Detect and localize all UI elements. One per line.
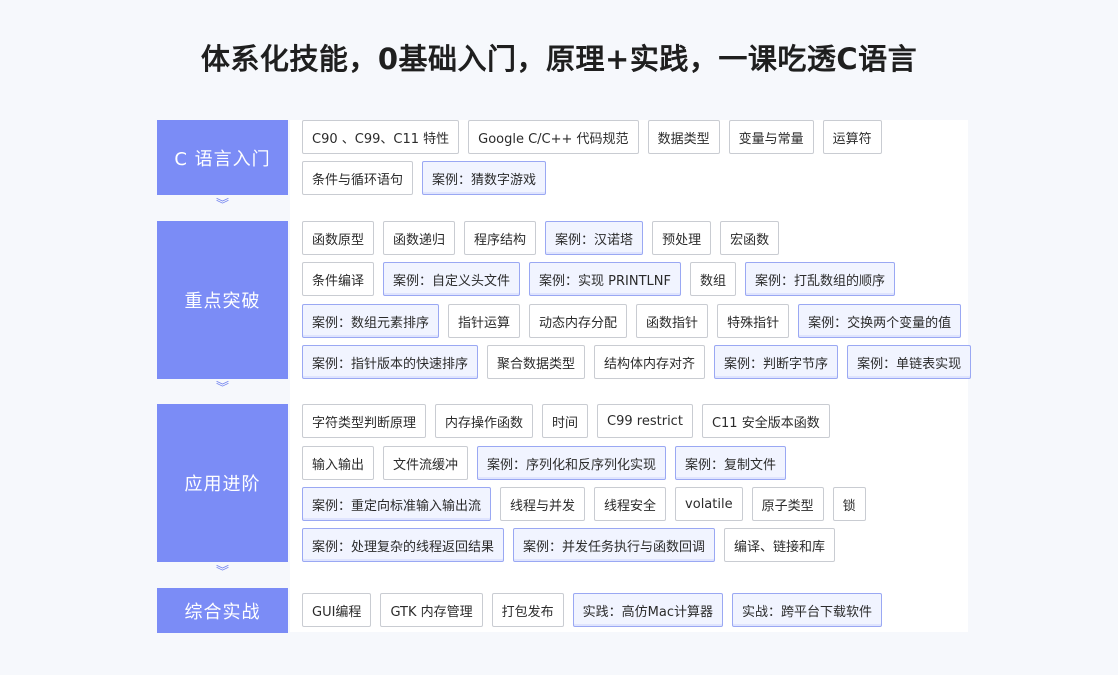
topic-tag: 条件编译 (302, 262, 375, 296)
tag-row: 案例：数组元素排序 指针运算 动态内存分配 函数指针 特殊指针 案例：交换两个变量的值 (302, 304, 962, 338)
case-tag: 案例：打乱数组的顺序 (745, 262, 896, 296)
topic-tag: 程序结构 (464, 221, 537, 255)
topic-tag: 函数指针 (636, 304, 709, 338)
topic-tag: 运算符 (822, 120, 882, 154)
case-tag: 案例：处理复杂的线程返回结果 (302, 528, 505, 562)
tag-row: 条件编译 案例：自定义头文件 案例：实现 PRINTLNF 数组 案例：打乱数组的顺序 (302, 262, 896, 296)
case-tag: 案例：复制文件 (675, 446, 787, 480)
topic-tag: 特殊指针 (717, 304, 790, 338)
section-label-3: 应用进阶 (157, 404, 288, 562)
topic-tag: GTK 内存管理 (380, 593, 483, 627)
case-tag: 案例：交换两个变量的值 (798, 304, 962, 338)
tag-row: 字符类型判断原理 内存操作函数 时间 C99 restrict C11 安全版本函数 (302, 404, 830, 438)
tag-row: 案例：处理复杂的线程返回结果 案例：并发任务执行与函数回调 编译、链接和库 (302, 528, 836, 562)
section-label-2: 重点突破 (157, 221, 288, 379)
topic-tag: C99 restrict (597, 404, 693, 438)
topic-tag: volatile (675, 487, 743, 521)
tag-row: GUI编程 GTK 内存管理 打包发布 实践：高仿Mac计算器 实战：跨平台下载软件 (302, 593, 883, 627)
tag-row: 案例：指针版本的快速排序 聚合数据类型 结构体内存对齐 案例：判断字节序 案例：单链表实… (302, 345, 972, 379)
tag-row: 条件与循环语句 案例：猜数字游戏 (302, 161, 547, 195)
tag-row: 案例：重定向标准输入输出流 线程与并发 线程安全 volatile 原子类型锁 (302, 487, 866, 521)
topic-tag: 函数递归 (383, 221, 456, 255)
topic-tag: 内存操作函数 (435, 404, 534, 438)
case-tag: 案例：重定向标准输入输出流 (302, 487, 492, 521)
case-tag: 案例：判断字节序 (714, 345, 839, 379)
case-tag: 案例：指针版本的快速排序 (302, 345, 479, 379)
topic-tag: 宏函数 (720, 221, 780, 255)
case-tag: 案例：实现 PRINTLNF (529, 262, 681, 296)
topic-tag: 指针运算 (448, 304, 521, 338)
topic-tag: 函数原型 (302, 221, 375, 255)
case-tag: 案例：序列化和反序列化实现 (477, 446, 667, 480)
case-tag: 实践：高仿Mac计算器 (572, 593, 724, 627)
topic-tag: 动态内存分配 (529, 304, 628, 338)
case-tag: 案例：自定义头文件 (383, 262, 521, 296)
case-tag: 实战：跨平台下载软件 (732, 593, 883, 627)
topic-tag: 时间 (542, 404, 589, 438)
topic-tag: 变量与常量 (728, 120, 814, 154)
case-tag: 案例：并发任务执行与函数回调 (513, 528, 716, 562)
topic-tag: 输入输出 (302, 446, 375, 480)
case-tag: 案例：单链表实现 (847, 345, 972, 379)
topic-tag: C11 安全版本函数 (701, 404, 830, 438)
topic-tag: 文件流缓冲 (383, 446, 469, 480)
topic-tag: 线程与并发 (500, 487, 586, 521)
tag-row: 输入输出 文件流缓冲 案例：序列化和反序列化实现 案例：复制文件 (302, 446, 787, 480)
topic-tag: Google C/C++ 代码规范 (468, 120, 639, 154)
topic-tag: 预处理 (652, 221, 712, 255)
topic-tag: GUI编程 (302, 593, 372, 627)
topic-tag: 锁 (832, 487, 866, 521)
topic-tag: 打包发布 (491, 593, 564, 627)
tag-row: C90 、C99、C11 特性 Google C/C++ 代码规范 数据类型 变量与常… (302, 120, 882, 154)
topic-tag: 字符类型判断原理 (302, 404, 427, 438)
case-tag: 案例：数组元素排序 (302, 304, 440, 338)
section-label-4: 综合实战 (157, 588, 288, 633)
topic-tag: 条件与循环语句 (302, 161, 414, 195)
topic-tag: 数组 (689, 262, 736, 296)
double-chevron-down-icon: ︾ (215, 198, 229, 213)
topic-tag: 结构体内存对齐 (594, 345, 706, 379)
topic-tag: 数据类型 (647, 120, 720, 154)
topic-tag: 编译、链接和库 (724, 528, 836, 562)
topic-tag: 聚合数据类型 (487, 345, 586, 379)
double-chevron-down-icon: ︾ (215, 381, 229, 396)
topic-tag: C90 、C99、C11 特性 (302, 120, 460, 154)
topic-tag: 线程安全 (594, 487, 667, 521)
page-title: 体系化技能，0基础入门，原理+实践，一课吃透C语言 (200, 42, 918, 76)
tag-row: 函数原型 函数递归 程序结构 案例：汉诺塔 预处理 宏函数 (302, 221, 780, 255)
double-chevron-down-icon: ︾ (215, 565, 229, 580)
section-label-1: C 语言入门 (157, 120, 288, 195)
topic-tag: 原子类型 (751, 487, 824, 521)
case-tag: 案例：汉诺塔 (545, 221, 644, 255)
case-tag: 案例：猜数字游戏 (422, 161, 547, 195)
